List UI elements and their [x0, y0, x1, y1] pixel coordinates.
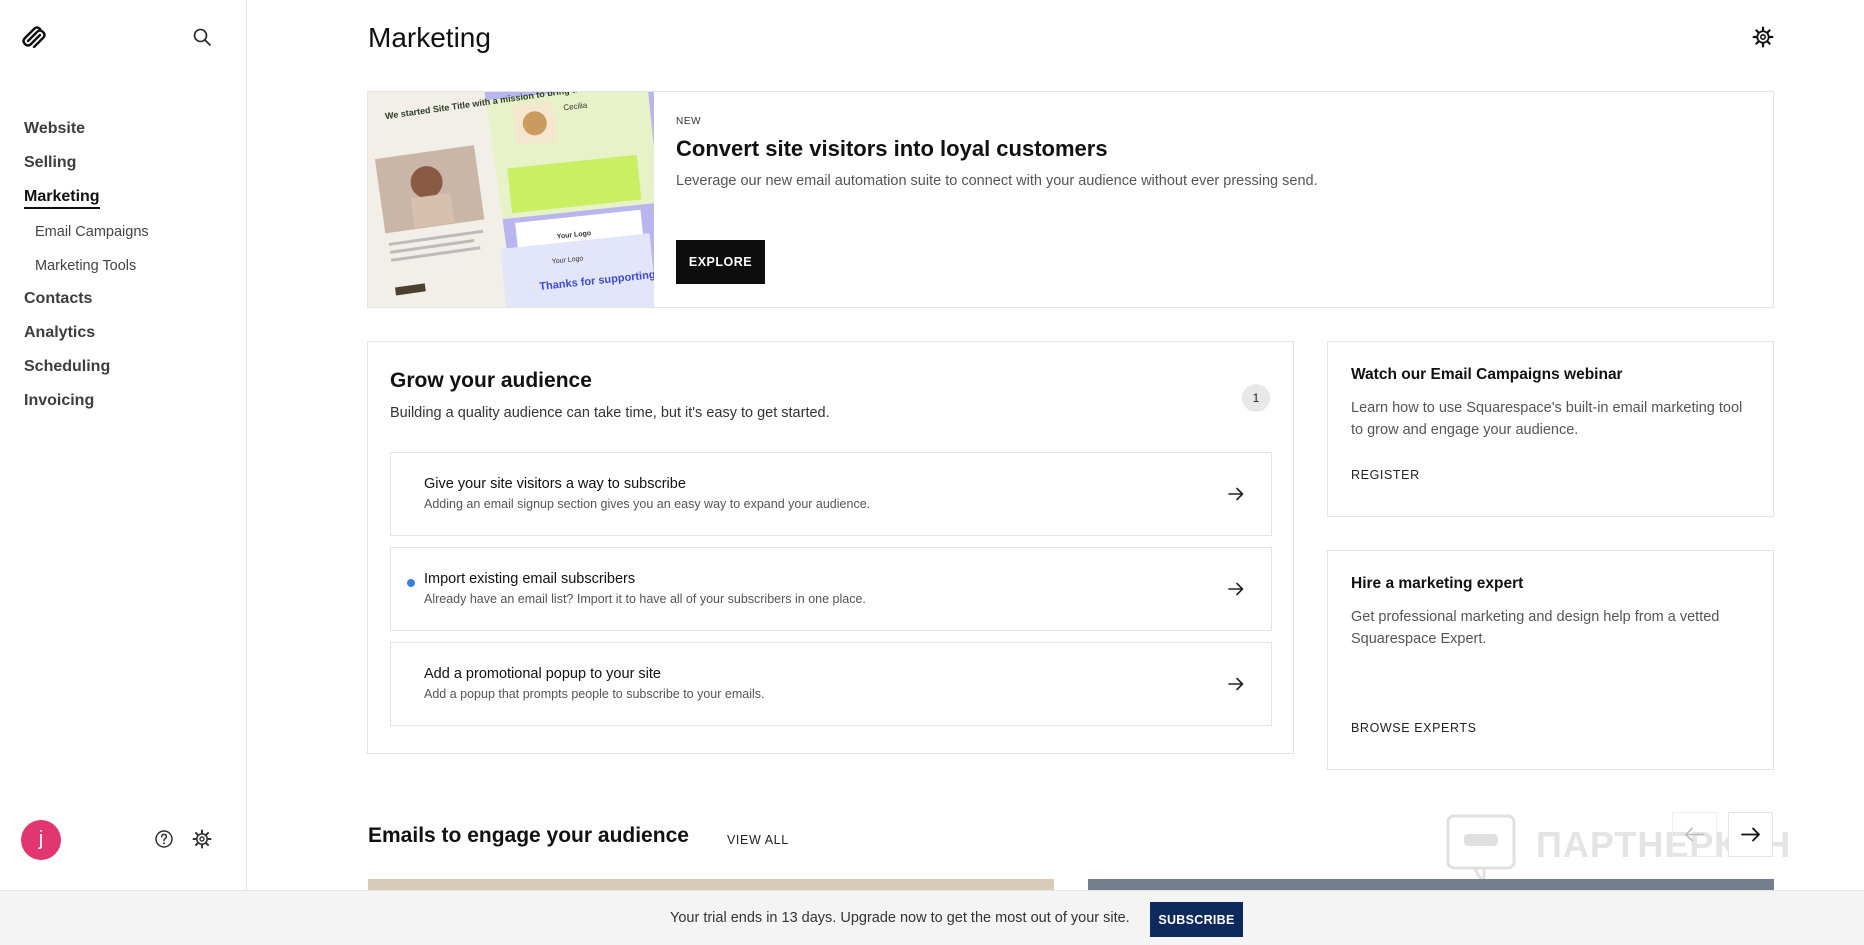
nav-label: Website — [24, 120, 86, 137]
task-description: Already have an email list? Import it to… — [424, 592, 866, 606]
main-nav: Website Selling Marketing Email Campaign… — [24, 114, 224, 420]
search-icon[interactable] — [192, 27, 212, 47]
subscribe-button[interactable]: SUBSCRIBE — [1150, 902, 1243, 937]
browse-experts-link[interactable]: BROWSE EXPERTS — [1351, 721, 1477, 735]
grow-description: Building a quality audience can take tim… — [390, 405, 830, 421]
expert-title: Hire a marketing expert — [1351, 575, 1524, 592]
arrow-right-icon — [1228, 677, 1244, 691]
nav-marketing[interactable]: Marketing — [24, 182, 224, 216]
expert-description: Get professional marketing and design he… — [1351, 609, 1720, 647]
explore-button[interactable]: EXPLORE — [676, 240, 765, 284]
task-subscribe[interactable]: Give your site visitors a way to subscri… — [390, 452, 1272, 536]
page-title: Marketing — [368, 22, 491, 53]
task-description: Add a popup that prompts people to subsc… — [424, 687, 765, 701]
email-template-illustration: We started Site Title with a mission to … — [368, 92, 654, 307]
nav-label: Analytics — [24, 324, 96, 341]
nav-email-campaigns[interactable]: Email Campaigns — [24, 216, 224, 250]
promo-description: Leverage our new email automation suite … — [676, 173, 1318, 189]
gear-icon[interactable] — [1752, 26, 1774, 48]
task-title: Add a promotional popup to your site — [424, 666, 661, 682]
arrow-left-icon — [1685, 827, 1704, 842]
task-title: Give your site visitors a way to subscri… — [424, 476, 686, 492]
sidebar: Website Selling Marketing Email Campaign… — [0, 0, 247, 890]
arrow-right-icon — [1228, 487, 1244, 501]
nav-label: Contacts — [24, 290, 93, 307]
nav-label: Scheduling — [24, 358, 111, 375]
unread-dot — [407, 579, 415, 587]
view-all-link[interactable]: VIEW ALL — [727, 833, 789, 847]
webinar-card: Watch our Email Campaigns webinar Learn … — [1327, 341, 1774, 517]
task-import[interactable]: Import existing email subscribers Alread… — [390, 547, 1272, 631]
gear-icon[interactable] — [192, 829, 212, 849]
task-description: Adding an email signup section gives you… — [424, 497, 871, 511]
trial-banner: Your trial ends in 13 days. Upgrade now … — [0, 890, 1864, 945]
grow-audience-card: Grow your audience Building a quality au… — [367, 341, 1294, 754]
help-icon[interactable] — [154, 829, 174, 849]
carousel-next-button[interactable] — [1728, 812, 1773, 857]
nav-label: Invoicing — [24, 392, 95, 409]
grow-title: Grow your audience — [390, 369, 592, 392]
nav-marketing-tools[interactable]: Marketing Tools — [24, 250, 224, 284]
squarespace-logo-icon[interactable] — [22, 26, 48, 48]
carousel-prev-button[interactable] — [1672, 812, 1717, 857]
promo-badge: NEW — [676, 116, 702, 127]
nav-analytics[interactable]: Analytics — [24, 318, 224, 352]
avatar[interactable]: j — [21, 820, 61, 860]
trial-text: Your trial ends in 13 days. Upgrade now … — [670, 910, 1130, 926]
promo-banner: We started Site Title with a mission to … — [367, 91, 1774, 308]
promo-image: We started Site Title with a mission to … — [368, 92, 654, 307]
nav-scheduling[interactable]: Scheduling — [24, 352, 224, 386]
step-count-badge: 1 — [1242, 384, 1270, 412]
register-link[interactable]: REGISTER — [1351, 468, 1420, 482]
task-title: Import existing email subscribers — [424, 571, 636, 587]
promo-title: Convert site visitors into loyal custome… — [676, 136, 1108, 161]
nav-label: Selling — [24, 154, 77, 171]
nav-selling[interactable]: Selling — [24, 148, 224, 182]
task-popup[interactable]: Add a promotional popup to your site Add… — [390, 642, 1272, 726]
expert-card: Hire a marketing expert Get professional… — [1327, 550, 1774, 770]
nav-website[interactable]: Website — [24, 114, 224, 148]
emails-section-title: Emails to engage your audience — [368, 824, 689, 847]
nav-invoicing[interactable]: Invoicing — [24, 386, 224, 420]
arrow-right-icon — [1228, 582, 1244, 596]
nav-label: Marketing — [24, 188, 100, 209]
webinar-title: Watch our Email Campaigns webinar — [1351, 366, 1623, 383]
webinar-description: Learn how to use Squarespace's built-in … — [1351, 400, 1743, 438]
nav-contacts[interactable]: Contacts — [24, 284, 224, 318]
